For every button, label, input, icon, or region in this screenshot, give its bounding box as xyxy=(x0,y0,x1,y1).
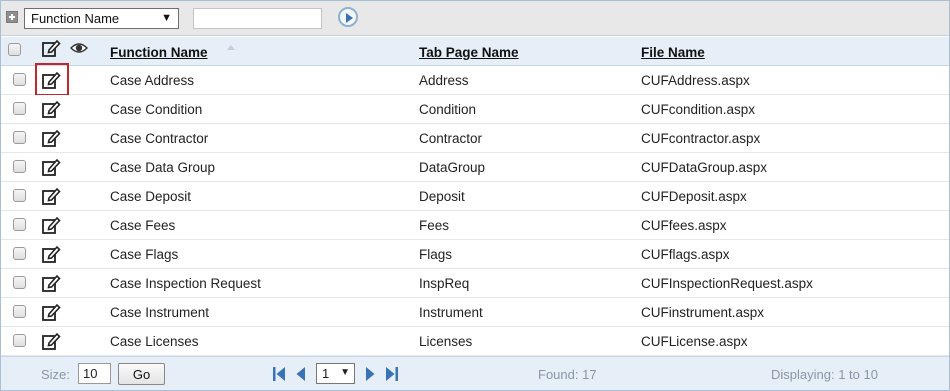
cell-file-name: CUFinstrument.aspx xyxy=(641,305,765,320)
edit-icon xyxy=(42,100,61,118)
edit-button[interactable] xyxy=(35,298,69,327)
row-checkbox[interactable] xyxy=(13,102,26,115)
sort-ascending-icon xyxy=(227,45,235,50)
edit-icon xyxy=(42,158,61,176)
cell-function-name: Case Licenses xyxy=(110,334,199,349)
cell-tab-page-name: Flags xyxy=(419,247,453,262)
chevron-down-icon: ▼ xyxy=(161,12,172,24)
edit-button[interactable] xyxy=(35,182,69,211)
row-checkbox[interactable] xyxy=(13,334,26,347)
column-header-function-name[interactable]: Function Name xyxy=(110,45,208,60)
cell-function-name: Case Data Group xyxy=(110,160,216,175)
edit-button[interactable] xyxy=(35,153,69,182)
cell-file-name: CUFInspectionRequest.aspx xyxy=(641,276,813,291)
cell-file-name: CUFfees.aspx xyxy=(641,218,727,233)
found-count: Found: 17 xyxy=(538,367,597,382)
edit-button[interactable] xyxy=(35,211,69,240)
edit-icon xyxy=(42,129,61,147)
filter-bar: Function Name ▼ xyxy=(1,1,949,36)
table-row[interactable]: Case Condition Condition CUFcondition.as… xyxy=(1,95,949,124)
table-row[interactable]: Case Inspection Request InspReq CUFInspe… xyxy=(1,269,949,298)
page-select-value: 1 xyxy=(322,366,330,381)
table-row[interactable]: Case Deposit Deposit CUFDeposit.aspx xyxy=(1,182,949,211)
row-checkbox[interactable] xyxy=(13,131,26,144)
first-page-icon[interactable] xyxy=(272,366,286,382)
row-checkbox[interactable] xyxy=(13,276,26,289)
edit-button[interactable] xyxy=(35,124,69,153)
edit-icon xyxy=(42,39,61,57)
edit-icon xyxy=(42,216,61,234)
cell-tab-page-name: Contractor xyxy=(419,131,483,146)
edit-icon xyxy=(42,332,61,350)
column-header-tab-page-name[interactable]: Tab Page Name xyxy=(419,45,519,60)
page-select[interactable]: 1 ▼ xyxy=(316,363,355,384)
eye-icon xyxy=(70,43,88,53)
cell-tab-page-name: Deposit xyxy=(419,189,465,204)
cell-tab-page-name: DataGroup xyxy=(419,160,486,175)
cell-file-name: CUFAddress.aspx xyxy=(641,73,750,88)
cell-function-name: Case Address xyxy=(110,73,195,88)
row-checkbox[interactable] xyxy=(13,160,26,173)
cell-tab-page-name: Address xyxy=(419,73,469,88)
cell-function-name: Case Instrument xyxy=(110,305,210,320)
prev-page-icon[interactable] xyxy=(294,366,308,382)
cell-tab-page-name: Condition xyxy=(419,102,477,117)
cell-function-name: Case Deposit xyxy=(110,189,192,204)
cell-function-name: Case Fees xyxy=(110,218,176,233)
go-button[interactable]: Go xyxy=(118,363,165,385)
next-page-icon[interactable] xyxy=(363,366,377,382)
table-row[interactable]: Case Instrument Instrument CUFinstrument… xyxy=(1,298,949,327)
cell-function-name: Case Contractor xyxy=(110,131,209,146)
table-header: Function Name Tab Page Name File Name xyxy=(1,37,949,66)
cell-file-name: CUFcondition.aspx xyxy=(641,102,756,117)
cell-function-name: Case Condition xyxy=(110,102,203,117)
cell-tab-page-name: InspReq xyxy=(419,276,470,291)
row-checkbox[interactable] xyxy=(13,73,26,86)
edit-button[interactable] xyxy=(35,95,69,124)
chevron-down-icon: ▼ xyxy=(340,367,350,378)
size-label: Size: xyxy=(41,367,70,382)
pager-bar: Size: 10 Go 1 ▼ Found: 17 Displaying: 1 … xyxy=(1,356,949,390)
cell-file-name: CUFcontractor.aspx xyxy=(641,131,761,146)
table-row[interactable]: Case Address Address CUFAddress.aspx xyxy=(1,63,949,96)
table-row[interactable]: Case Flags Flags CUFflags.aspx xyxy=(1,240,949,269)
edit-icon xyxy=(42,187,61,205)
cell-file-name: CUFLicense.aspx xyxy=(641,334,748,349)
edit-icon xyxy=(42,274,61,292)
search-input[interactable] xyxy=(193,8,322,29)
table-row[interactable]: Case Data Group DataGroup CUFDataGroup.a… xyxy=(1,153,949,182)
edit-button[interactable] xyxy=(35,240,69,269)
table-row[interactable]: Case Fees Fees CUFfees.aspx xyxy=(1,211,949,240)
table-row[interactable]: Case Contractor Contractor CUFcontractor… xyxy=(1,124,949,153)
edit-icon xyxy=(42,71,61,89)
displaying-range: Displaying: 1 to 10 xyxy=(771,367,878,382)
edit-button[interactable] xyxy=(35,269,69,298)
filter-field-select[interactable]: Function Name ▼ xyxy=(24,8,179,29)
row-checkbox[interactable] xyxy=(13,218,26,231)
page-size-input[interactable]: 10 xyxy=(78,363,111,384)
row-checkbox[interactable] xyxy=(13,189,26,202)
edit-icon xyxy=(42,303,61,321)
edit-icon xyxy=(42,245,61,263)
row-checkbox[interactable] xyxy=(13,305,26,318)
cell-tab-page-name: Instrument xyxy=(419,305,483,320)
grid-panel: Function Name ▼ Function Name Tab Page N… xyxy=(0,0,950,391)
cell-function-name: Case Flags xyxy=(110,247,179,262)
cell-file-name: CUFflags.aspx xyxy=(641,247,730,262)
cell-file-name: CUFDataGroup.aspx xyxy=(641,160,768,175)
row-checkbox[interactable] xyxy=(13,247,26,260)
go-arrow-icon[interactable] xyxy=(338,7,358,27)
cell-tab-page-name: Licenses xyxy=(419,334,473,349)
last-page-icon[interactable] xyxy=(385,366,399,382)
edit-button[interactable] xyxy=(35,327,69,356)
cell-file-name: CUFDeposit.aspx xyxy=(641,189,747,204)
filter-field-value: Function Name xyxy=(31,11,120,26)
column-header-file-name[interactable]: File Name xyxy=(641,45,705,60)
plus-icon[interactable] xyxy=(6,11,18,23)
cell-tab-page-name: Fees xyxy=(419,218,450,233)
edit-button-selected[interactable] xyxy=(35,63,69,96)
select-all-checkbox[interactable] xyxy=(8,43,21,56)
table-row[interactable]: Case Licenses Licenses CUFLicense.aspx xyxy=(1,327,949,356)
cell-function-name: Case Inspection Request xyxy=(110,276,261,291)
